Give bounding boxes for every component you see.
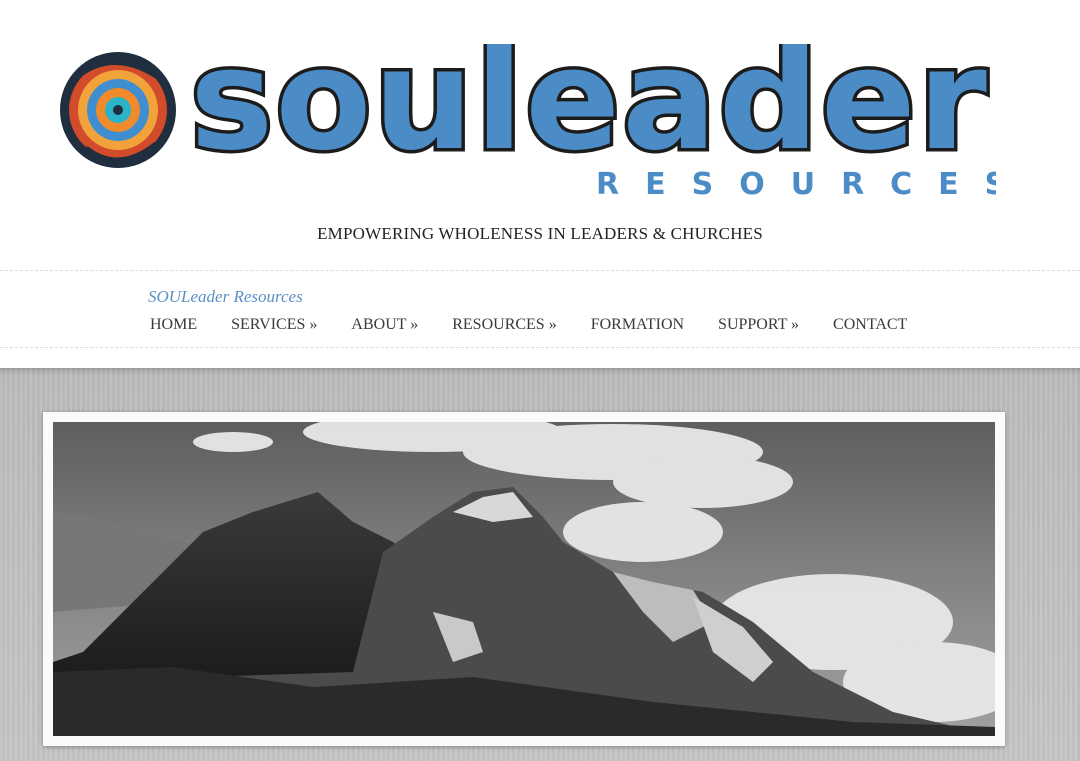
nav-item-home[interactable]: HOME bbox=[150, 316, 197, 334]
site-tagline: EMPOWERING WHOLENESS IN LEADERS & CHURCH… bbox=[317, 224, 763, 243]
main-menu: HOME SERVICES » ABOUT » RESOURCES » FORM… bbox=[150, 316, 907, 334]
nav-item-contact[interactable]: CONTACT bbox=[833, 316, 907, 334]
page: souleader RESOURCES EMPOWERING WHOLENESS… bbox=[0, 0, 1080, 761]
nav-item-services[interactable]: SERVICES » bbox=[231, 316, 317, 334]
nav-item-support[interactable]: SUPPORT » bbox=[718, 316, 799, 334]
navigation-bar: SOULeader Resources HOME SERVICES » ABOU… bbox=[0, 270, 1080, 348]
site-title-link[interactable]: SOULeader Resources bbox=[148, 287, 303, 307]
nav-item-resources[interactable]: RESOURCES » bbox=[452, 316, 556, 334]
logo-wordmark: souleader bbox=[190, 44, 989, 182]
banner-area bbox=[0, 368, 1080, 761]
site-header: souleader RESOURCES EMPOWERING WHOLENESS… bbox=[0, 0, 1080, 270]
logo-graphic: souleader RESOURCES bbox=[60, 44, 996, 200]
nav-item-about[interactable]: ABOUT » bbox=[351, 316, 418, 334]
banner-image bbox=[53, 422, 995, 736]
logo-subword: RESOURCES bbox=[596, 167, 996, 200]
swirl-logo-icon bbox=[60, 52, 176, 168]
mountain-photo bbox=[53, 422, 995, 736]
banner-frame bbox=[43, 412, 1005, 746]
site-logo[interactable]: souleader RESOURCES bbox=[56, 44, 996, 200]
nav-item-formation[interactable]: FORMATION bbox=[591, 316, 684, 334]
